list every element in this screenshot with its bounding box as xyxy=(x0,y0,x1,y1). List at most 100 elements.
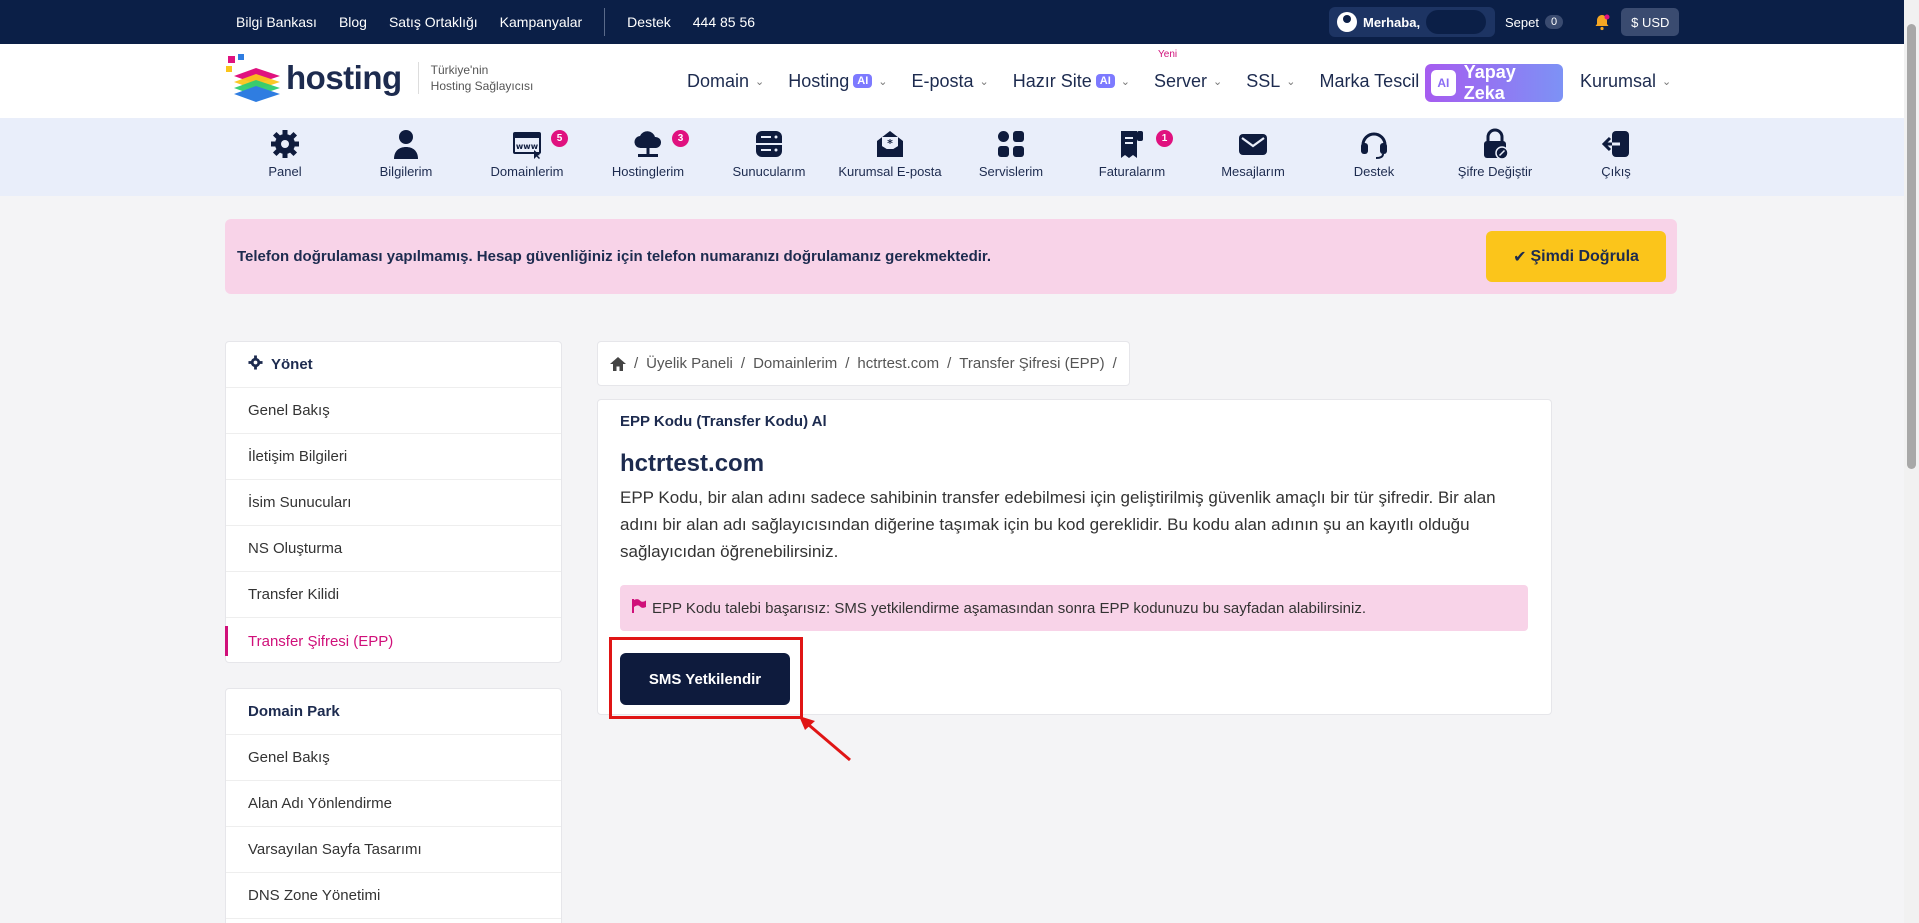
logout-icon xyxy=(1601,128,1631,160)
top-link-blog[interactable]: Blog xyxy=(339,14,367,30)
breadcrumb-current: Transfer Şifresi (EPP) xyxy=(959,355,1105,372)
top-link-campaigns[interactable]: Kampanyalar xyxy=(500,14,583,30)
top-link-knowledge-base[interactable]: Bilgi Bankası xyxy=(236,14,317,30)
chevron-down-icon: ⌄ xyxy=(878,75,888,88)
iconbar-support[interactable]: Destek xyxy=(1319,128,1429,179)
top-links: Bilgi Bankası Blog Satış Ortaklığı Kampa… xyxy=(236,0,755,44)
iconbar-services[interactable]: Servislerim xyxy=(956,128,1066,179)
user-menu[interactable]: Merhaba, xyxy=(1329,7,1495,37)
tagline-line-1: Türkiye'nin xyxy=(430,63,489,77)
domain-name: hctrtest.com xyxy=(620,450,765,477)
check-icon: ✔ xyxy=(1513,248,1527,266)
avatar-icon xyxy=(1337,12,1357,32)
iconbar-label: Kurumsal E-posta xyxy=(838,164,942,179)
envelope-open-icon: * xyxy=(875,128,905,160)
chevron-down-icon: ⌄ xyxy=(755,75,765,88)
sidebar-item-dns-zone[interactable]: DNS Zone Yönetimi xyxy=(226,873,561,919)
top-bar: Bilgi Bankası Blog Satış Ortaklığı Kampa… xyxy=(0,0,1919,44)
iconbar-logout[interactable]: Çıkış xyxy=(1561,128,1671,179)
iconbar-label: Şifre Değiştir xyxy=(1457,164,1533,179)
gear-icon xyxy=(248,355,263,374)
nav-hosting-label: Hosting xyxy=(788,70,850,91)
nav-ready-site-label: Hazır Site xyxy=(1012,70,1092,91)
iconbar-label: Çıkış xyxy=(1601,164,1631,179)
sidebar-item-transfer-lock[interactable]: Transfer Kilidi xyxy=(226,572,561,618)
nav-ssl[interactable]: SSL ⌄ xyxy=(1246,71,1295,92)
page-scrollbar[interactable] xyxy=(1904,0,1919,923)
logo[interactable]: hosting Türkiye'nin Hosting Sağlayıcısı xyxy=(226,54,533,102)
ai-badge: AI xyxy=(853,74,873,88)
sidebar-item-transfer-epp[interactable]: Transfer Şifresi (EPP) xyxy=(225,618,561,664)
nav-email[interactable]: E-posta ⌄ xyxy=(912,71,989,92)
domains-count-badge: 5 xyxy=(551,130,568,147)
sidebar-item-redirect[interactable]: Alan Adı Yönlendirme xyxy=(226,781,561,827)
iconbar-invoices[interactable]: 1 Faturalarım xyxy=(1077,128,1187,179)
breadcrumb-domains[interactable]: Domainlerim xyxy=(753,355,837,372)
iconbar-messages[interactable]: Mesajlarım xyxy=(1198,128,1308,179)
sidebar-item-contact-info[interactable]: İletişim Bilgileri xyxy=(226,434,561,480)
lock-icon xyxy=(1480,128,1510,160)
alert-message: Telefon doğrulaması yapılmamış. Hesap gü… xyxy=(237,248,992,265)
cart-label: Sepet xyxy=(1505,14,1539,30)
chevron-down-icon: ⌄ xyxy=(1213,75,1223,88)
phone-verification-alert: Telefon doğrulaması yapılmamış. Hesap gü… xyxy=(225,219,1677,294)
breadcrumb-domain[interactable]: hctrtest.com xyxy=(857,355,939,372)
iconbar-hostings[interactable]: 3 Hostinglerim xyxy=(593,128,703,179)
verify-now-button[interactable]: ✔ Şimdi Doğrula xyxy=(1486,231,1666,282)
cart-button[interactable]: Sepet 0 xyxy=(1505,14,1564,30)
epp-description: EPP Kodu, bir alan adını sadece sahibini… xyxy=(620,488,1496,561)
logo-text: hosting xyxy=(286,59,402,96)
annotation-highlight-box xyxy=(609,637,803,719)
iconbar-label: Sunucularım xyxy=(732,164,806,179)
iconbar-servers[interactable]: Sunucularım xyxy=(714,128,824,179)
divider xyxy=(604,8,606,36)
home-icon[interactable] xyxy=(610,356,626,371)
iconbar-change-password[interactable]: Şifre Değiştir xyxy=(1440,128,1550,179)
nav-hosting[interactable]: Hosting AI ⌄ xyxy=(788,71,887,92)
account-icon-bar: Panel Bilgilerim www 5 Domainlerim 3 Hos… xyxy=(0,118,1919,196)
iconbar-corporate-email[interactable]: * Kurumsal E-posta xyxy=(835,128,945,179)
flag-icon xyxy=(632,599,646,617)
iconbar-profile[interactable]: Bilgilerim xyxy=(351,128,461,179)
scrollbar-thumb[interactable] xyxy=(1907,24,1916,469)
www-window-icon: www xyxy=(512,128,542,160)
ai-button[interactable]: AI Yapay Zeka xyxy=(1425,62,1563,103)
nav-corporate[interactable]: Kurumsal ⌄ xyxy=(1580,44,1671,118)
sidebar-item-name-servers[interactable]: İsim Sunucuları xyxy=(226,480,561,526)
bell-icon[interactable] xyxy=(1593,13,1611,31)
breadcrumb-separator: / xyxy=(845,355,850,372)
nav-server[interactable]: Yeni Server ⌄ xyxy=(1154,49,1223,92)
server-icon xyxy=(754,128,784,160)
nav-domain[interactable]: Domain ⌄ xyxy=(687,71,764,92)
nav-ready-site[interactable]: Hazır Site AI ⌄ xyxy=(1013,71,1130,92)
breadcrumb-separator: / xyxy=(740,355,746,372)
breadcrumb-membership-panel[interactable]: Üyelik Paneli xyxy=(646,355,733,372)
iconbar-label: Hostinglerim xyxy=(611,164,685,179)
top-link-affiliate[interactable]: Satış Ortaklığı xyxy=(389,14,478,30)
sidebar-park-header: Domain Park xyxy=(226,689,561,735)
nav-trademark[interactable]: Marka Tescil xyxy=(1320,71,1420,92)
iconbar-panel[interactable]: Panel xyxy=(230,128,340,179)
sidebar-manage: Yönet Genel Bakış İletişim Bilgileri İsi… xyxy=(225,341,562,663)
iconbar-domains[interactable]: www 5 Domainlerim xyxy=(472,128,582,179)
nav-corporate-label: Kurumsal xyxy=(1580,70,1657,91)
top-link-support[interactable]: Destek xyxy=(627,14,671,30)
headset-icon xyxy=(1359,128,1389,160)
ai-sparkle-icon: AI xyxy=(1431,70,1456,96)
sidebar-item-overview[interactable]: Genel Bakış xyxy=(226,388,561,434)
sidebar-domain-park: Domain Park Genel Bakış Alan Adı Yönlend… xyxy=(225,688,562,923)
currency-selector[interactable]: $ USD xyxy=(1621,8,1680,36)
support-phone[interactable]: 444 85 56 xyxy=(693,14,755,30)
iconbar-label: Faturalarım xyxy=(1098,164,1166,179)
sidebar-item-ns-create[interactable]: NS Oluşturma xyxy=(226,526,561,572)
nav-domain-label: Domain xyxy=(687,70,750,91)
sidebar-item-park-overview[interactable]: Genel Bakış xyxy=(226,735,561,781)
cloud-network-icon xyxy=(633,128,663,160)
verify-now-label: Şimdi Doğrula xyxy=(1530,247,1639,265)
main-header: hosting Türkiye'nin Hosting Sağlayıcısı … xyxy=(0,44,1919,118)
breadcrumb-separator: / xyxy=(947,355,952,372)
sidebar-item-default-page[interactable]: Varsayılan Sayfa Tasarımı xyxy=(226,827,561,873)
grid-icon xyxy=(996,128,1026,160)
logo-mark-icon xyxy=(226,54,288,102)
greeting: Merhaba, xyxy=(1363,14,1421,30)
